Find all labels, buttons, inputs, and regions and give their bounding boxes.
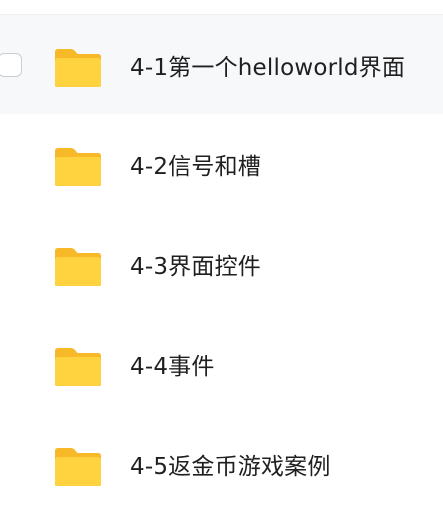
folder-name[interactable]: 4-3界面控件 xyxy=(130,247,261,281)
folder-name[interactable]: 4-5返金币游戏案例 xyxy=(130,447,331,481)
folder-icon xyxy=(55,348,101,386)
select-checkbox[interactable] xyxy=(0,53,22,77)
file-list: 4-1第一个helloworld界面 4-2信号和槽 4-3界面控件 4-4事件… xyxy=(0,0,443,517)
list-item-folder-4-1[interactable]: 4-1第一个helloworld界面 xyxy=(0,14,443,114)
list-item-folder-4-4[interactable]: 4-4事件 xyxy=(0,314,443,414)
list-item-folder-4-5[interactable]: 4-5返金币游戏案例 xyxy=(0,414,443,514)
folder-name[interactable]: 4-4事件 xyxy=(130,347,215,381)
list-item-folder-4-3[interactable]: 4-3界面控件 xyxy=(0,214,443,314)
list-item-folder-4-2[interactable]: 4-2信号和槽 xyxy=(0,114,443,214)
folder-name[interactable]: 4-1第一个helloworld界面 xyxy=(130,48,405,82)
folder-icon xyxy=(55,248,101,286)
folder-icon xyxy=(55,148,101,186)
folder-icon xyxy=(55,448,101,486)
folder-icon xyxy=(55,49,101,87)
folder-name[interactable]: 4-2信号和槽 xyxy=(130,147,261,181)
